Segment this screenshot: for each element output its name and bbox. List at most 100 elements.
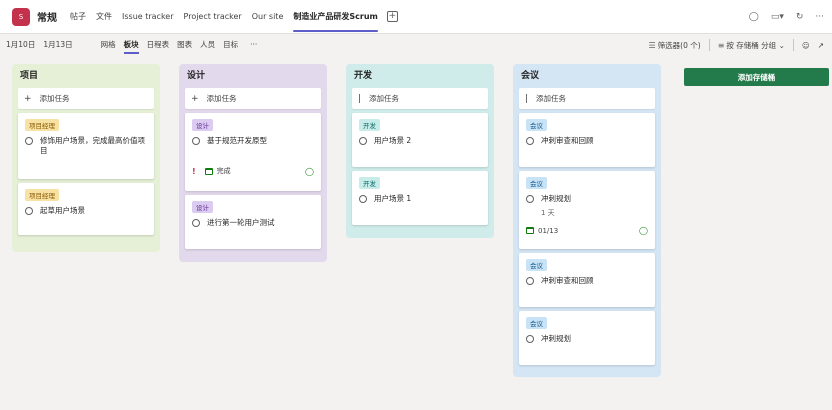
more-icon[interactable]: ···: [815, 12, 824, 22]
task-label: 开发: [359, 177, 380, 189]
view-schedule[interactable]: 日程表: [143, 34, 174, 56]
divider: [708, 39, 710, 51]
tab-scrum-planner[interactable]: 制造业产品研发Scrum: [288, 0, 382, 34]
task-card[interactable]: 设计 基于规范开发原型 ! 完成 ◯: [185, 113, 321, 191]
task-label: 项目经理: [25, 119, 59, 131]
task-card[interactable]: 开发 用户场景 1: [352, 171, 488, 225]
group-label: 按 存储桶 分组: [726, 40, 777, 50]
task-title: 冲刺规划: [541, 194, 571, 203]
task-card[interactable]: 设计 进行第一轮用户测试: [185, 195, 321, 249]
complete-checkbox[interactable]: [526, 335, 534, 343]
add-task-button[interactable]: | 添加任务: [519, 88, 655, 109]
task-label: 会议: [526, 177, 547, 189]
view-goals[interactable]: 目标: [219, 34, 242, 56]
add-task-button[interactable]: + 添加任务: [18, 88, 154, 109]
complete-checkbox[interactable]: [25, 137, 33, 145]
task-title: 基于规范开发原型: [207, 136, 267, 145]
calendar-icon: [526, 227, 534, 234]
task-title: 用户场景 1: [374, 194, 412, 203]
plus-icon: +: [191, 93, 199, 104]
emoji-icon[interactable]: ☺: [802, 41, 810, 50]
view-charts[interactable]: 图表: [173, 34, 196, 56]
add-tab-icon[interactable]: +: [386, 11, 398, 22]
channel-header: S 常规 帖子 文件 Issue tracker Project tracker…: [0, 0, 832, 34]
task-subtitle: 1 天: [541, 209, 555, 217]
divider: [792, 39, 794, 51]
bucket-title[interactable]: 会议: [519, 64, 655, 88]
bucket-title[interactable]: 开发: [352, 64, 488, 88]
priority-important-icon: !: [192, 166, 196, 176]
task-card[interactable]: 会议 冲刺审查和回顾: [519, 253, 655, 307]
complete-checkbox[interactable]: [526, 195, 534, 203]
tab-project-tracker[interactable]: Project tracker: [179, 0, 247, 34]
complete-checkbox[interactable]: [192, 137, 200, 145]
task-card[interactable]: 项目经理 起草用户场景: [18, 183, 154, 235]
chat-icon[interactable]: ◯: [749, 12, 759, 22]
filter-label: 筛选器(0 个): [657, 40, 701, 50]
tab-issue-tracker[interactable]: Issue tracker: [117, 0, 179, 34]
complete-checkbox[interactable]: [526, 137, 534, 145]
assign-person-icon[interactable]: ◯: [305, 167, 314, 176]
view-people[interactable]: 人员: [196, 34, 219, 56]
refresh-icon[interactable]: ↻: [796, 12, 804, 22]
group-icon: ≡: [717, 40, 725, 50]
filter-icon: ☰: [648, 40, 656, 50]
task-due-date: 01/13: [538, 226, 559, 235]
view-grid[interactable]: 网格: [97, 34, 120, 56]
complete-checkbox[interactable]: [359, 137, 367, 145]
toolbar-right: ☰ 筛选器(0 个) ≡ 按 存储桶 分组 ⌄ ☺ ↗: [649, 34, 824, 56]
task-title: 冲刺审查和回顾: [541, 276, 594, 285]
task-title: 进行第一轮用户测试: [207, 218, 275, 227]
task-card[interactable]: 会议 冲刺审查和回顾: [519, 113, 655, 167]
date-start[interactable]: 1月10日: [2, 34, 39, 56]
complete-checkbox[interactable]: [192, 219, 200, 227]
add-bucket-button[interactable]: 添加存储桶: [684, 68, 829, 86]
task-card[interactable]: 项目经理 修饰用户场景，完成最高价值项目: [18, 113, 154, 179]
bucket-design: 设计 + 添加任务 设计 基于规范开发原型 ! 完成 ◯ 设计 进行第一轮用户测试: [179, 64, 327, 262]
task-title: 冲刺规划: [541, 334, 571, 343]
tab-posts[interactable]: 帖子: [65, 0, 91, 34]
tab-files[interactable]: 文件: [91, 0, 117, 34]
complete-checkbox[interactable]: [359, 195, 367, 203]
task-title: 用户场景 2: [374, 136, 412, 145]
task-status: 完成: [216, 167, 231, 175]
task-title: 修饰用户场景，完成最高价值项目: [40, 136, 145, 155]
planner-toolbar: 1月10日 1月13日 网格 板块 日程表 图表 人员 目标 ··· ☰ 筛选器(…: [0, 34, 832, 56]
task-label: 设计: [192, 119, 213, 131]
plus-icon: |: [525, 93, 529, 104]
assign-person-icon[interactable]: ◯: [639, 226, 648, 235]
add-task-button[interactable]: + 添加任务: [185, 88, 321, 109]
task-label: 设计: [192, 201, 213, 213]
channel-name: 常规: [37, 13, 57, 24]
complete-checkbox[interactable]: [25, 207, 33, 215]
add-task-label: 添加任务: [206, 94, 237, 103]
add-task-label: 添加任务: [369, 94, 400, 103]
task-label: 会议: [526, 259, 547, 271]
chevron-down-icon: ⌄: [778, 40, 785, 50]
bucket-meetings: 会议 | 添加任务 会议 冲刺审查和回顾 会议 冲刺规划 1 天 01/13 ◯: [513, 64, 661, 377]
complete-checkbox[interactable]: [526, 277, 534, 285]
bucket-title[interactable]: 设计: [185, 64, 321, 88]
filter-button[interactable]: ☰ 筛选器(0 个): [649, 40, 701, 51]
task-label: 开发: [359, 119, 380, 131]
task-card[interactable]: 会议 冲刺规划 1 天 01/13 ◯: [519, 171, 655, 249]
task-label: 会议: [526, 317, 547, 329]
add-task-button[interactable]: | 添加任务: [352, 88, 488, 109]
add-task-label: 添加任务: [39, 94, 70, 103]
expand-icon[interactable]: ↗: [818, 41, 824, 50]
bucket-title[interactable]: 项目: [18, 64, 154, 88]
more-views-icon[interactable]: ···: [246, 34, 261, 56]
tab-our-site[interactable]: Our site: [247, 0, 289, 34]
group-by-button[interactable]: ≡ 按 存储桶 分组 ⌄: [718, 40, 785, 51]
task-card[interactable]: 会议 冲刺规划: [519, 311, 655, 365]
date-end[interactable]: 1月13日: [39, 34, 76, 56]
task-label: 项目经理: [25, 189, 59, 201]
video-icon[interactable]: ▭▾: [771, 12, 784, 22]
task-title: 起草用户场景: [40, 206, 85, 215]
bucket-project: 项目 + 添加任务 项目经理 修饰用户场景，完成最高价值项目 项目经理 起草用户场…: [12, 64, 160, 252]
task-title: 冲刺审查和回顾: [541, 136, 594, 145]
plus-icon: +: [24, 93, 32, 104]
view-board[interactable]: 板块: [120, 34, 143, 56]
task-card[interactable]: 开发 用户场景 2: [352, 113, 488, 167]
team-avatar[interactable]: S: [12, 7, 30, 26]
